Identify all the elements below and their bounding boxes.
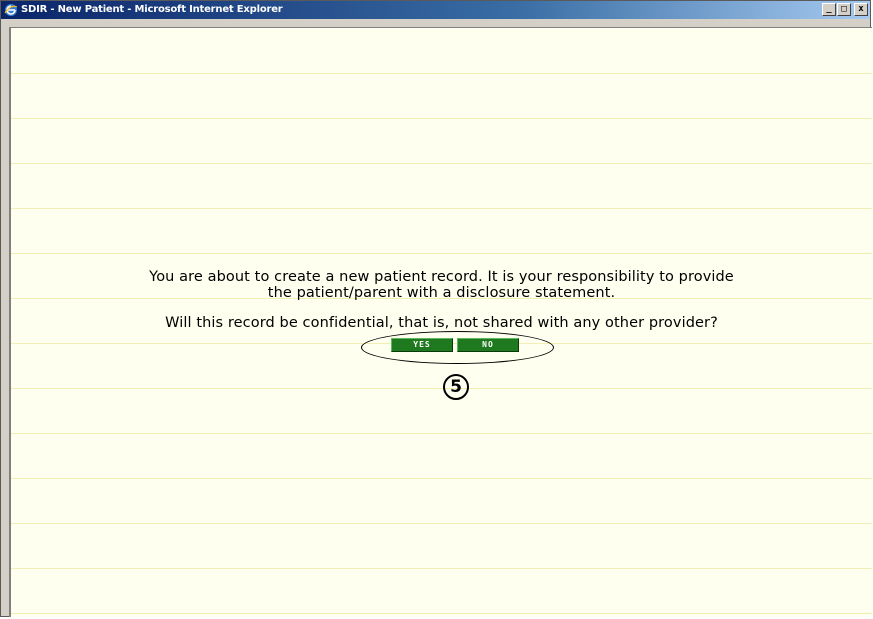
window-title: SDIR - New Patient - Microsoft Internet … [21, 4, 283, 15]
notice-line-1: You are about to create a new patient re… [149, 269, 734, 285]
annotation-oval [361, 331, 554, 364]
close-icon[interactable]: x [854, 3, 868, 16]
minimize-icon[interactable]: _ [822, 3, 836, 16]
title-bar[interactable]: SDIR - New Patient - Microsoft Internet … [1, 1, 870, 19]
maximize-icon[interactable]: □ [837, 3, 851, 16]
notice-line-2: the patient/parent with a disclosure sta… [267, 285, 616, 301]
confidential-question: Will this record be confidential, that i… [165, 315, 718, 331]
page-content: You are about to create a new patient re… [9, 27, 872, 617]
annotation-number: 5 [443, 374, 469, 400]
ie-icon [4, 4, 18, 16]
browser-window: SDIR - New Patient - Microsoft Internet … [0, 0, 872, 617]
